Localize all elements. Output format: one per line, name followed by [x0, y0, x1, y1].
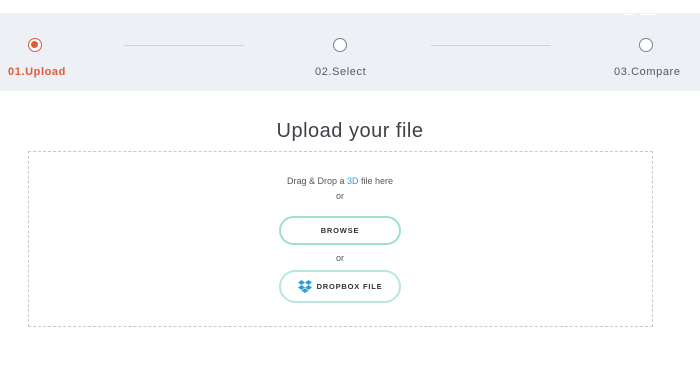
dropbox-file-button[interactable]: DROPBOX FILE — [279, 270, 401, 303]
decorative-mark — [624, 14, 634, 15]
progress-stepper: 01.Upload 02.Select 03.Compare — [0, 13, 700, 91]
browse-button-label: BROWSE — [320, 226, 360, 235]
or-separator: or — [335, 191, 344, 201]
step-upload-indicator[interactable] — [28, 38, 42, 52]
step-upload-label[interactable]: 01.Upload — [8, 66, 66, 78]
browse-button[interactable]: BROWSE — [279, 216, 401, 245]
step-select-label[interactable]: 02.Select — [315, 66, 366, 78]
page-title: Upload your file — [276, 120, 424, 142]
file-type-highlight: 3D — [346, 176, 359, 186]
dropbox-button-label: DROPBOX FILE — [316, 282, 383, 291]
drag-drop-instructions: Drag & Drop a 3D file here — [0, 176, 680, 186]
step-compare-label[interactable]: 03.Compare — [614, 66, 681, 78]
dropbox-icon — [297, 280, 312, 293]
step-select-indicator[interactable] — [333, 38, 347, 52]
drag-text-suffix: file here — [358, 176, 394, 186]
decorative-mark — [641, 14, 655, 15]
step-connector — [431, 45, 551, 46]
or-separator: or — [335, 253, 344, 263]
step-connector — [124, 45, 244, 46]
step-compare-indicator[interactable] — [639, 38, 653, 52]
drag-text-prefix: Drag & Drop a — [286, 176, 347, 186]
